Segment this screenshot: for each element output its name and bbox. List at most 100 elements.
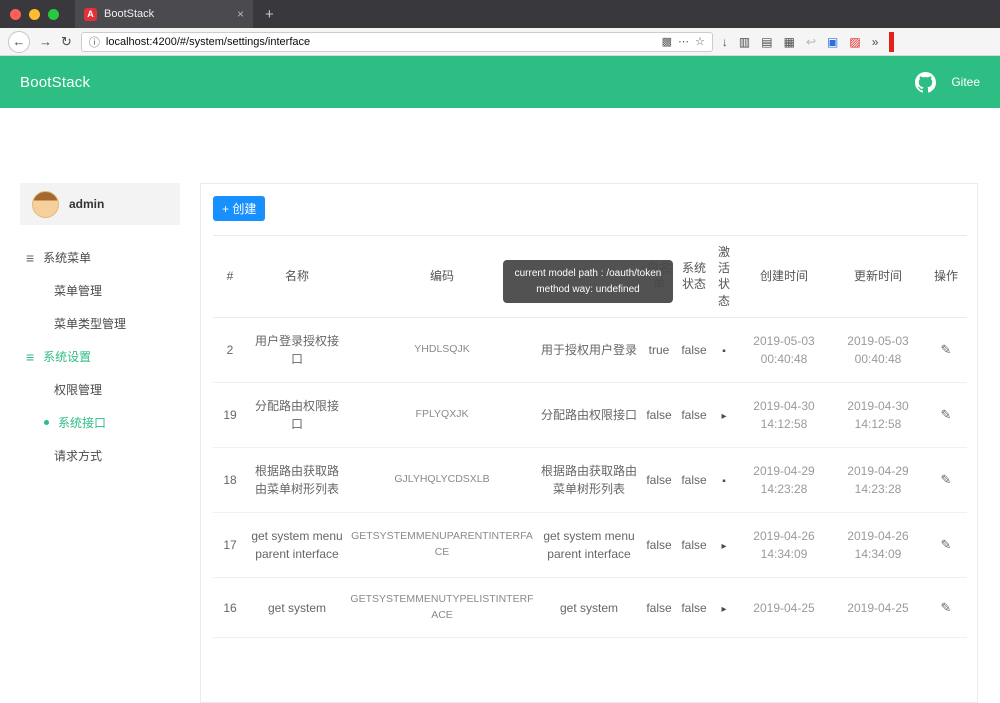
cell-system-state: false [677, 317, 711, 383]
extension-edge-icon[interactable] [889, 31, 895, 52]
page-actions-icon[interactable]: ⋯ [678, 35, 689, 48]
cell-desc: get system [537, 577, 641, 639]
sidebar-menu: ≡ 系统菜单 菜单管理 菜单类型管理 ≡ 系统设置 权限管理 系统接口 请求方式 [20, 241, 180, 472]
reader-mode-icon[interactable]: ▩ [662, 35, 672, 48]
minimize-window-button[interactable] [29, 8, 40, 20]
create-button[interactable]: + 创建 [213, 196, 266, 221]
col-header-updated: 更新时间 [831, 235, 925, 318]
window-controls [10, 8, 59, 20]
active-dot-icon [44, 420, 49, 425]
edit-button[interactable]: ✎ [941, 537, 952, 552]
new-tab-button[interactable]: + [265, 6, 274, 23]
sidebar-item-label: 系统接口 [58, 416, 107, 430]
cell-name: 分配路由权限接口 [247, 382, 347, 448]
table-row: 18 根据路由获取路由菜单树形列表 GJLYHQLYCDSXLB 根据路由获取路… [213, 447, 967, 513]
browser-tab[interactable]: A BootStack × [75, 0, 253, 28]
sidebar-toggle-icon[interactable]: ▤ [761, 35, 772, 49]
browser-tab-strip: A BootStack × + [0, 0, 1000, 28]
cell-desc: 根据路由获取路由菜单树形列表 [537, 447, 641, 513]
cell-id: 17 [213, 512, 247, 578]
cell-whitelist: false [641, 577, 677, 639]
edit-button[interactable]: ✎ [941, 600, 952, 615]
cell-name: 根据路由获取路由菜单树形列表 [247, 447, 347, 513]
sidebar-item-label: 系统菜单 [43, 251, 92, 265]
cell-code: GETSYSTEMMENUPARENTINTERFACE [347, 512, 537, 578]
sidebar-item-system-settings[interactable]: ≡ 系统设置 [20, 340, 180, 373]
col-header-name: 名称 [247, 235, 347, 318]
col-header-created: 创建时间 [737, 235, 831, 318]
sidebar-item-permission-manage[interactable]: 权限管理 [20, 373, 180, 406]
active-state-toggle[interactable]: ▪ [722, 476, 726, 487]
downloads-icon[interactable]: ↓ [722, 35, 728, 49]
cell-updated: 2019-04-29 14:23:28 [831, 447, 925, 513]
user-card: admin [20, 183, 180, 225]
menu-hamburger-icon: ≡ [26, 348, 35, 365]
active-state-toggle[interactable]: ▸ [721, 411, 726, 422]
cell-updated: 2019-04-30 14:12:58 [831, 382, 925, 448]
cell-whitelist: false [641, 382, 677, 448]
overflow-menu-icon[interactable]: » [872, 35, 879, 49]
cell-whitelist: true [641, 317, 677, 383]
tab-close-icon[interactable]: × [237, 7, 244, 21]
url-bar[interactable]: ⓘ localhost:4200/#/system/settings/inter… [80, 31, 713, 52]
table-row: 2 用户登录授权接口 YHDLSQJK 用于授权用户登录 true false … [213, 317, 967, 383]
cell-created: 2019-04-26 14:34:09 [737, 512, 831, 578]
cell-code: YHDLSQJK [347, 317, 537, 383]
close-window-button[interactable] [10, 8, 21, 20]
github-icon[interactable] [915, 71, 937, 93]
cell-updated: 2019-04-25 [831, 577, 925, 639]
screenshot-extension-icon[interactable]: ▣ [827, 35, 838, 49]
highlights-icon[interactable]: ▦ [784, 35, 795, 49]
cell-desc: get system menu parent interface [537, 512, 641, 578]
cell-id: 2 [213, 317, 247, 383]
tooltip: current model path : /oauth/token method… [503, 260, 673, 303]
cell-system-state: false [677, 382, 711, 448]
bookmark-star-icon[interactable]: ☆ [695, 35, 705, 48]
col-header-id: # [213, 235, 247, 318]
cell-whitelist: false [641, 512, 677, 578]
back-button[interactable]: ← [8, 30, 30, 53]
active-state-toggle[interactable]: ▪ [722, 346, 726, 357]
cell-code: FPLYQXJK [347, 382, 537, 448]
sidebar-item-menu-type-manage[interactable]: 菜单类型管理 [20, 307, 180, 340]
forward-button[interactable]: → [39, 35, 52, 48]
edit-button[interactable]: ✎ [941, 407, 952, 422]
content-card: + 创建 current model path : /oauth/token m… [200, 183, 978, 703]
app-header: BootStack Gitee [0, 56, 1000, 108]
url-text: localhost:4200/#/system/settings/interfa… [105, 35, 311, 48]
active-state-toggle[interactable]: ▸ [721, 541, 726, 552]
back-icon: ← [12, 34, 26, 49]
pdf-extension-icon[interactable]: ▨ [849, 35, 860, 49]
gitee-link[interactable]: Gitee [951, 75, 980, 89]
edit-button[interactable]: ✎ [941, 472, 952, 487]
browser-navbar: ← → ↻ ⓘ localhost:4200/#/system/settings… [0, 28, 1000, 56]
cell-updated: 2019-04-26 14:34:09 [831, 512, 925, 578]
zoom-window-button[interactable] [48, 8, 59, 20]
sidebar-item-system-menu[interactable]: ≡ 系统菜单 [20, 241, 180, 274]
sidebar-item-request-method[interactable]: 请求方式 [20, 439, 180, 472]
cell-created: 2019-04-29 14:23:28 [737, 447, 831, 513]
cell-created: 2019-04-25 [737, 577, 831, 639]
reload-button[interactable]: ↻ [61, 35, 72, 48]
cell-id: 18 [213, 447, 247, 513]
table-row: 16 get system GETSYSTEMMENUTYPELISTINTER… [213, 577, 967, 639]
library-icon[interactable]: ▥ [739, 35, 750, 49]
username: admin [69, 197, 105, 211]
sidebar-item-menu-manage[interactable]: 菜单管理 [20, 274, 180, 307]
cell-name: 用户登录授权接口 [247, 317, 347, 383]
sidebar-item-system-interface[interactable]: 系统接口 [20, 406, 180, 439]
undo-icon[interactable]: ↩ [806, 35, 816, 49]
tooltip-line1: current model path : /oauth/token [514, 268, 662, 279]
brand-logo[interactable]: BootStack [20, 74, 90, 91]
cell-id: 19 [213, 382, 247, 448]
cell-id: 16 [213, 577, 247, 639]
site-info-icon[interactable]: ⓘ [89, 34, 100, 50]
sidebar-item-label: 请求方式 [54, 449, 103, 463]
cell-name: get system menu parent interface [247, 512, 347, 578]
active-state-toggle[interactable]: ▸ [721, 604, 726, 615]
col-header-system-state: 系统状态 [677, 235, 711, 318]
cell-system-state: false [677, 447, 711, 513]
cell-created: 2019-05-03 00:40:48 [737, 317, 831, 383]
tab-favicon-icon: A [84, 7, 97, 21]
edit-button[interactable]: ✎ [941, 342, 952, 357]
